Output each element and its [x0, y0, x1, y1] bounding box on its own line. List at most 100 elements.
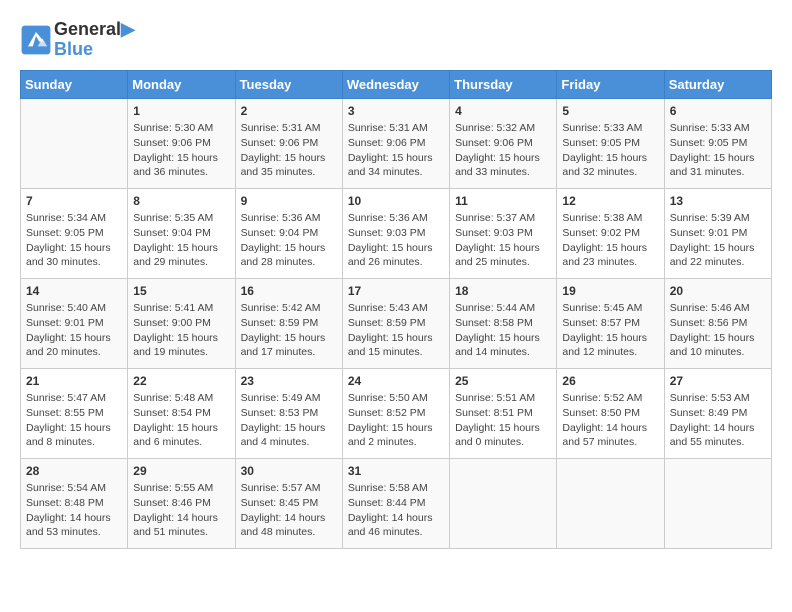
day-number: 20 [670, 283, 766, 300]
day-number: 8 [133, 193, 229, 210]
calendar-cell [664, 458, 771, 548]
day-info: Sunrise: 5:36 AM Sunset: 9:03 PM Dayligh… [348, 211, 444, 270]
day-number: 12 [562, 193, 658, 210]
calendar-cell: 21Sunrise: 5:47 AM Sunset: 8:55 PM Dayli… [21, 368, 128, 458]
calendar-week-row: 28Sunrise: 5:54 AM Sunset: 8:48 PM Dayli… [21, 458, 772, 548]
day-info: Sunrise: 5:58 AM Sunset: 8:44 PM Dayligh… [348, 481, 444, 540]
calendar-cell: 25Sunrise: 5:51 AM Sunset: 8:51 PM Dayli… [450, 368, 557, 458]
logo: General▶ Blue [20, 20, 135, 60]
calendar-cell: 31Sunrise: 5:58 AM Sunset: 8:44 PM Dayli… [342, 458, 449, 548]
header-sunday: Sunday [21, 70, 128, 98]
calendar-cell: 4Sunrise: 5:32 AM Sunset: 9:06 PM Daylig… [450, 98, 557, 188]
day-number: 3 [348, 103, 444, 120]
day-number: 22 [133, 373, 229, 390]
day-number: 14 [26, 283, 122, 300]
calendar-cell: 19Sunrise: 5:45 AM Sunset: 8:57 PM Dayli… [557, 278, 664, 368]
day-info: Sunrise: 5:33 AM Sunset: 9:05 PM Dayligh… [670, 121, 766, 180]
day-info: Sunrise: 5:57 AM Sunset: 8:45 PM Dayligh… [241, 481, 337, 540]
day-info: Sunrise: 5:50 AM Sunset: 8:52 PM Dayligh… [348, 391, 444, 450]
day-info: Sunrise: 5:31 AM Sunset: 9:06 PM Dayligh… [241, 121, 337, 180]
calendar-cell: 23Sunrise: 5:49 AM Sunset: 8:53 PM Dayli… [235, 368, 342, 458]
day-info: Sunrise: 5:55 AM Sunset: 8:46 PM Dayligh… [133, 481, 229, 540]
calendar-cell: 1Sunrise: 5:30 AM Sunset: 9:06 PM Daylig… [128, 98, 235, 188]
day-info: Sunrise: 5:32 AM Sunset: 9:06 PM Dayligh… [455, 121, 551, 180]
calendar-cell: 26Sunrise: 5:52 AM Sunset: 8:50 PM Dayli… [557, 368, 664, 458]
day-number: 24 [348, 373, 444, 390]
calendar-cell: 11Sunrise: 5:37 AM Sunset: 9:03 PM Dayli… [450, 188, 557, 278]
calendar-cell: 20Sunrise: 5:46 AM Sunset: 8:56 PM Dayli… [664, 278, 771, 368]
day-info: Sunrise: 5:54 AM Sunset: 8:48 PM Dayligh… [26, 481, 122, 540]
day-number: 19 [562, 283, 658, 300]
day-info: Sunrise: 5:37 AM Sunset: 9:03 PM Dayligh… [455, 211, 551, 270]
day-number: 30 [241, 463, 337, 480]
day-info: Sunrise: 5:49 AM Sunset: 8:53 PM Dayligh… [241, 391, 337, 450]
day-number: 13 [670, 193, 766, 210]
header-tuesday: Tuesday [235, 70, 342, 98]
day-number: 23 [241, 373, 337, 390]
day-number: 31 [348, 463, 444, 480]
day-number: 1 [133, 103, 229, 120]
logo-text-line2: Blue [54, 40, 135, 60]
header-friday: Friday [557, 70, 664, 98]
day-info: Sunrise: 5:35 AM Sunset: 9:04 PM Dayligh… [133, 211, 229, 270]
day-info: Sunrise: 5:34 AM Sunset: 9:05 PM Dayligh… [26, 211, 122, 270]
day-number: 6 [670, 103, 766, 120]
calendar-cell: 3Sunrise: 5:31 AM Sunset: 9:06 PM Daylig… [342, 98, 449, 188]
calendar-cell: 13Sunrise: 5:39 AM Sunset: 9:01 PM Dayli… [664, 188, 771, 278]
calendar-cell: 24Sunrise: 5:50 AM Sunset: 8:52 PM Dayli… [342, 368, 449, 458]
day-info: Sunrise: 5:30 AM Sunset: 9:06 PM Dayligh… [133, 121, 229, 180]
calendar-cell: 17Sunrise: 5:43 AM Sunset: 8:59 PM Dayli… [342, 278, 449, 368]
day-info: Sunrise: 5:46 AM Sunset: 8:56 PM Dayligh… [670, 301, 766, 360]
calendar-cell: 28Sunrise: 5:54 AM Sunset: 8:48 PM Dayli… [21, 458, 128, 548]
day-number: 21 [26, 373, 122, 390]
logo-text-line1: General▶ [54, 20, 135, 40]
day-info: Sunrise: 5:40 AM Sunset: 9:01 PM Dayligh… [26, 301, 122, 360]
day-number: 29 [133, 463, 229, 480]
calendar-table: SundayMondayTuesdayWednesdayThursdayFrid… [20, 70, 772, 549]
calendar-week-row: 7Sunrise: 5:34 AM Sunset: 9:05 PM Daylig… [21, 188, 772, 278]
calendar-cell: 12Sunrise: 5:38 AM Sunset: 9:02 PM Dayli… [557, 188, 664, 278]
header-saturday: Saturday [664, 70, 771, 98]
calendar-cell: 14Sunrise: 5:40 AM Sunset: 9:01 PM Dayli… [21, 278, 128, 368]
calendar-cell: 5Sunrise: 5:33 AM Sunset: 9:05 PM Daylig… [557, 98, 664, 188]
day-info: Sunrise: 5:52 AM Sunset: 8:50 PM Dayligh… [562, 391, 658, 450]
calendar-cell [450, 458, 557, 548]
day-number: 7 [26, 193, 122, 210]
day-info: Sunrise: 5:36 AM Sunset: 9:04 PM Dayligh… [241, 211, 337, 270]
calendar-cell: 2Sunrise: 5:31 AM Sunset: 9:06 PM Daylig… [235, 98, 342, 188]
day-number: 2 [241, 103, 337, 120]
day-info: Sunrise: 5:44 AM Sunset: 8:58 PM Dayligh… [455, 301, 551, 360]
header-monday: Monday [128, 70, 235, 98]
logo-icon [20, 24, 52, 56]
calendar-cell: 6Sunrise: 5:33 AM Sunset: 9:05 PM Daylig… [664, 98, 771, 188]
calendar-cell: 18Sunrise: 5:44 AM Sunset: 8:58 PM Dayli… [450, 278, 557, 368]
day-info: Sunrise: 5:45 AM Sunset: 8:57 PM Dayligh… [562, 301, 658, 360]
day-info: Sunrise: 5:53 AM Sunset: 8:49 PM Dayligh… [670, 391, 766, 450]
day-info: Sunrise: 5:42 AM Sunset: 8:59 PM Dayligh… [241, 301, 337, 360]
calendar-week-row: 21Sunrise: 5:47 AM Sunset: 8:55 PM Dayli… [21, 368, 772, 458]
day-number: 27 [670, 373, 766, 390]
calendar-cell: 22Sunrise: 5:48 AM Sunset: 8:54 PM Dayli… [128, 368, 235, 458]
day-number: 5 [562, 103, 658, 120]
day-number: 11 [455, 193, 551, 210]
calendar-week-row: 14Sunrise: 5:40 AM Sunset: 9:01 PM Dayli… [21, 278, 772, 368]
day-info: Sunrise: 5:47 AM Sunset: 8:55 PM Dayligh… [26, 391, 122, 450]
day-number: 16 [241, 283, 337, 300]
day-info: Sunrise: 5:38 AM Sunset: 9:02 PM Dayligh… [562, 211, 658, 270]
calendar-cell: 30Sunrise: 5:57 AM Sunset: 8:45 PM Dayli… [235, 458, 342, 548]
day-number: 28 [26, 463, 122, 480]
day-info: Sunrise: 5:51 AM Sunset: 8:51 PM Dayligh… [455, 391, 551, 450]
day-number: 25 [455, 373, 551, 390]
calendar-cell: 9Sunrise: 5:36 AM Sunset: 9:04 PM Daylig… [235, 188, 342, 278]
calendar-cell: 10Sunrise: 5:36 AM Sunset: 9:03 PM Dayli… [342, 188, 449, 278]
day-info: Sunrise: 5:41 AM Sunset: 9:00 PM Dayligh… [133, 301, 229, 360]
calendar-cell [21, 98, 128, 188]
calendar-cell: 7Sunrise: 5:34 AM Sunset: 9:05 PM Daylig… [21, 188, 128, 278]
calendar-cell: 15Sunrise: 5:41 AM Sunset: 9:00 PM Dayli… [128, 278, 235, 368]
calendar-cell: 29Sunrise: 5:55 AM Sunset: 8:46 PM Dayli… [128, 458, 235, 548]
day-info: Sunrise: 5:39 AM Sunset: 9:01 PM Dayligh… [670, 211, 766, 270]
day-number: 26 [562, 373, 658, 390]
calendar-cell: 16Sunrise: 5:42 AM Sunset: 8:59 PM Dayli… [235, 278, 342, 368]
day-info: Sunrise: 5:33 AM Sunset: 9:05 PM Dayligh… [562, 121, 658, 180]
day-number: 4 [455, 103, 551, 120]
